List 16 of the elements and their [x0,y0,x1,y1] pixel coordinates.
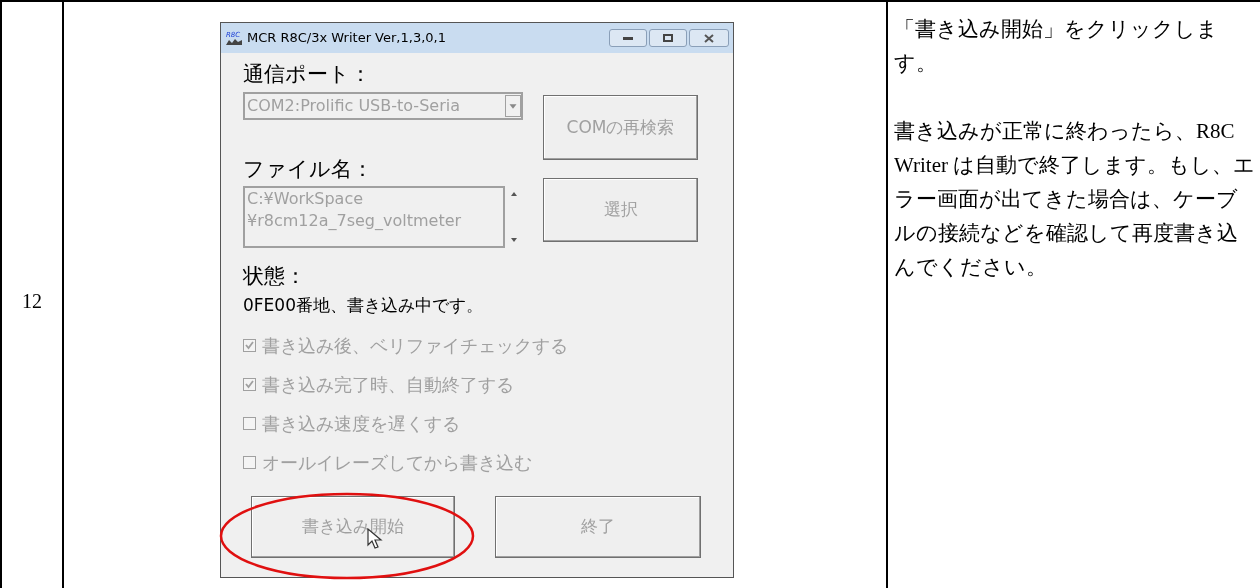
maximize-button[interactable] [649,29,687,47]
status-text: 0FE00番地、書き込み中です。 [243,294,484,317]
option-label: 書き込み後、ベリファイチェックする [262,334,568,358]
port-label: 通信ポート： [243,61,372,88]
option-label: 書き込み完了時、自動終了する [262,373,514,397]
option-label: オールイレーズしてから書き込む [262,451,532,475]
step-number: 12 [22,289,42,314]
instruction-text: 「書き込み開始」をクリックします。 [894,16,1219,77]
option-label: 書き込み速度を遅くする [262,412,460,436]
close-button[interactable] [689,29,729,47]
close-icon [704,33,714,43]
window-title: MCR R8C/3x Writer Ver,1,3,0,1 [247,29,446,48]
status-label: 状態： [243,263,307,290]
minimize-button[interactable] [609,29,647,47]
instruction-text: 書き込みが正常に終わったら、R8C Writer は自動で終了します。もし、エラー画面が出てきた場合は、ケーブルの接続などを確認して再度書き込んでください。 [894,118,1256,281]
file-label: ファイル名： [243,156,374,183]
